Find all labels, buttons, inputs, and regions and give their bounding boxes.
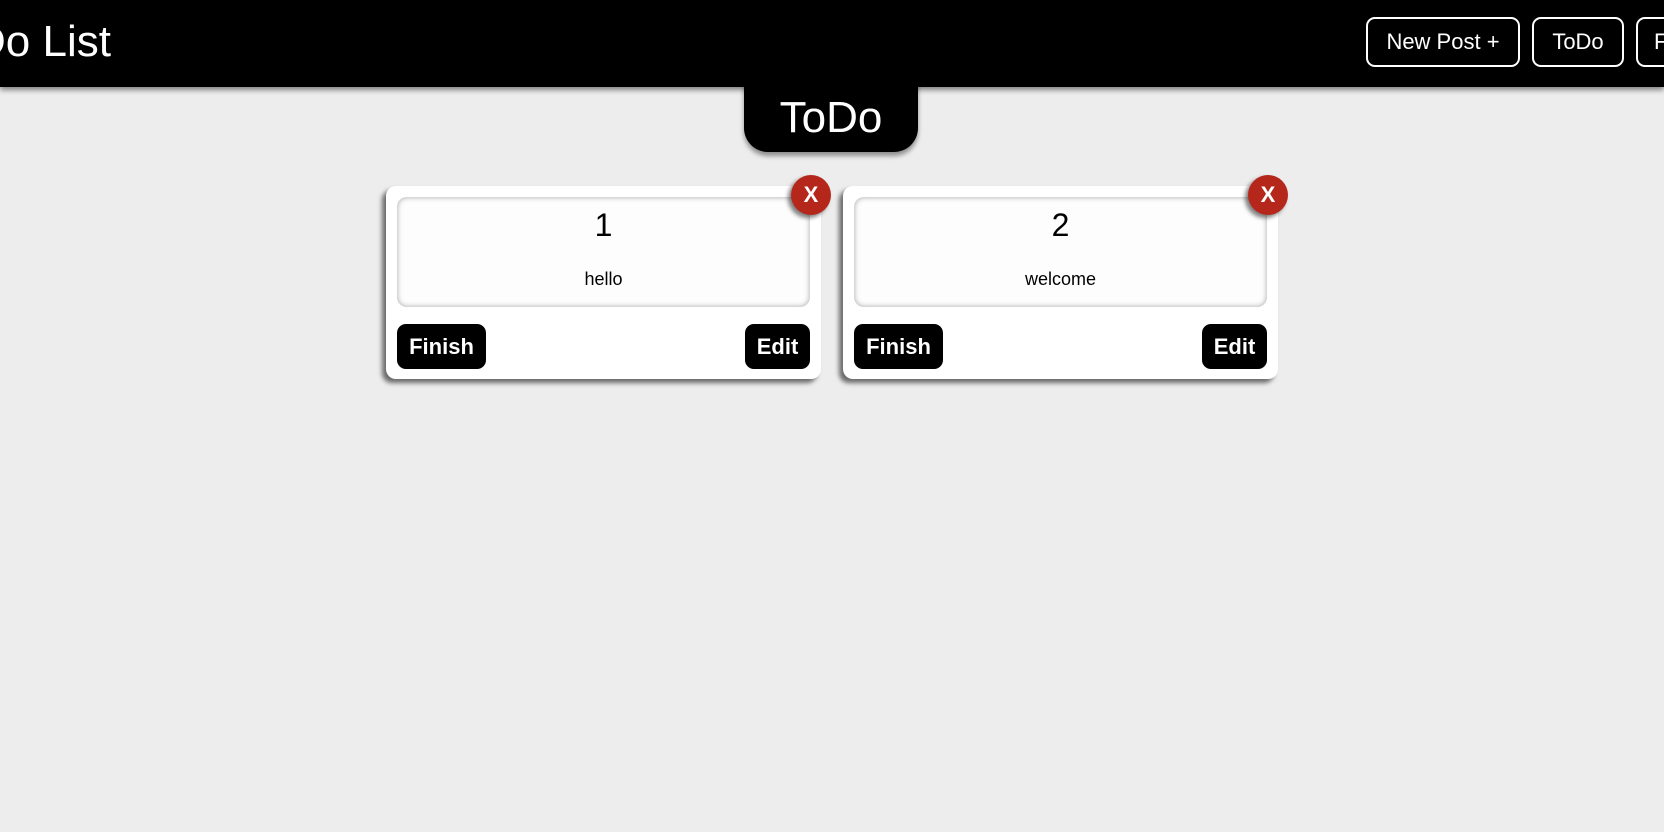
todo-number: 1 bbox=[594, 207, 613, 243]
section-title: ToDo bbox=[744, 80, 918, 152]
nav-third-button[interactable]: F bbox=[1636, 17, 1664, 67]
delete-button[interactable]: X bbox=[791, 175, 831, 215]
finish-button[interactable]: Finish bbox=[397, 324, 486, 369]
todo-card: 1 hello Finish Edit X bbox=[386, 175, 831, 379]
top-navigation-bar: Do List New Post + ToDo F bbox=[0, 0, 1664, 87]
todo-card: 2 welcome Finish Edit X bbox=[843, 175, 1288, 379]
todo-card-content: 2 welcome bbox=[854, 197, 1267, 307]
todo-number: 2 bbox=[1051, 207, 1070, 243]
finish-button[interactable]: Finish bbox=[854, 324, 943, 369]
edit-button[interactable]: Edit bbox=[1202, 324, 1267, 369]
nav-todo-button[interactable]: ToDo bbox=[1532, 17, 1624, 67]
edit-button[interactable]: Edit bbox=[745, 324, 810, 369]
todo-text: welcome bbox=[1024, 269, 1097, 289]
app-title: Do List bbox=[0, 17, 111, 66]
delete-button[interactable]: X bbox=[1248, 175, 1288, 215]
todo-text: hello bbox=[584, 269, 623, 289]
new-post-button[interactable]: New Post + bbox=[1366, 17, 1520, 67]
todo-card-content: 1 hello bbox=[397, 197, 810, 307]
